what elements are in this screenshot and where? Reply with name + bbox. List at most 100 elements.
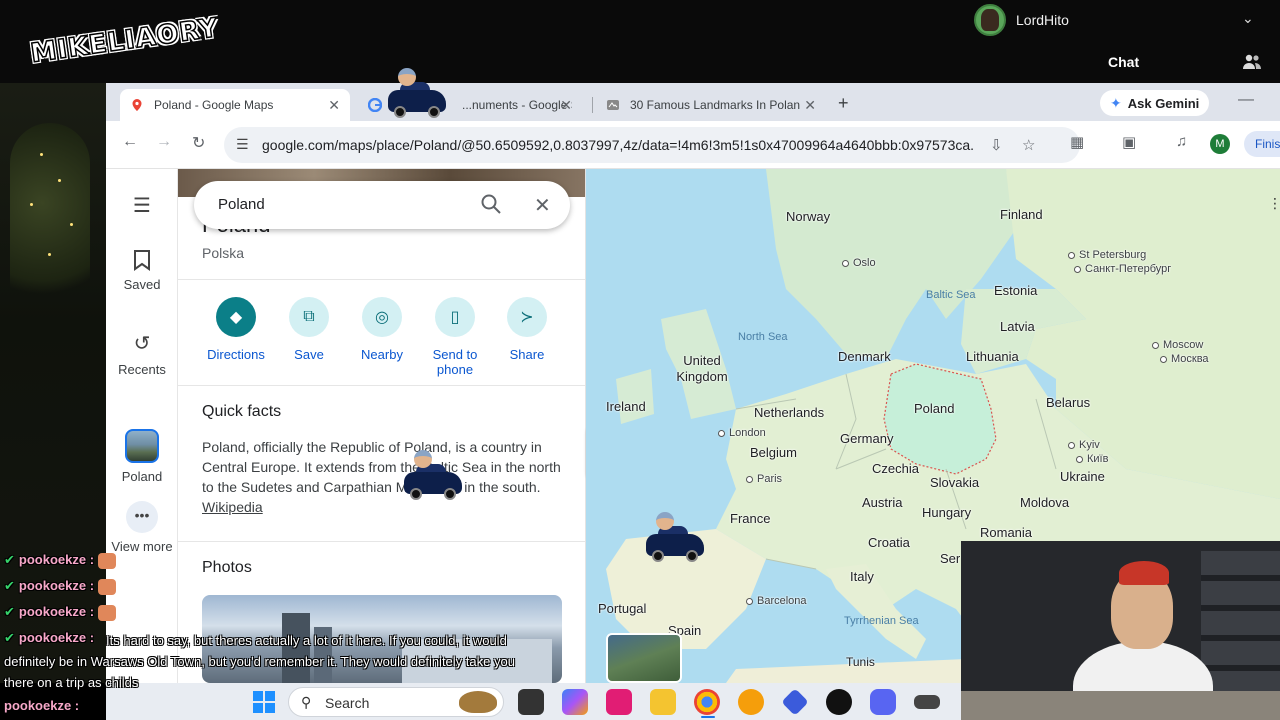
map-label: Moscow bbox=[1152, 339, 1203, 351]
map-label: Tunis bbox=[846, 655, 875, 669]
address-bar[interactable]: ☰ google.com/maps/place/Poland/@50.65095… bbox=[224, 127, 1080, 163]
search-icon[interactable] bbox=[480, 193, 502, 215]
map-label: Romania bbox=[980, 525, 1033, 540]
chat-username: pookoekze : bbox=[18, 552, 95, 567]
map-label: Hungary bbox=[922, 505, 972, 520]
url-text[interactable]: google.com/maps/place/Poland/@50.6509592… bbox=[262, 137, 974, 153]
rail-label: Poland bbox=[121, 469, 163, 484]
close-icon[interactable]: ✕ bbox=[560, 97, 572, 114]
chevron-down-icon[interactable]: ⌄ bbox=[1242, 10, 1254, 27]
map-label: Finland bbox=[1000, 207, 1043, 222]
tab-landmarks[interactable]: 30 Famous Landmarks In Polan ✕ bbox=[596, 89, 826, 121]
menu-button[interactable]: ☰ bbox=[106, 193, 178, 224]
site-settings-icon[interactable]: ☰ bbox=[236, 136, 249, 153]
obs-icon[interactable] bbox=[826, 689, 852, 715]
chat-line: pookoekze : bbox=[4, 698, 79, 713]
action-label: Share bbox=[509, 347, 545, 362]
map-label: Paris bbox=[746, 473, 782, 485]
share-button[interactable]: ≻ Share bbox=[491, 297, 563, 362]
tab-label: Poland - Google Maps bbox=[154, 98, 274, 112]
apps-grid-icon[interactable]: ⋮⋮ bbox=[1268, 195, 1280, 212]
map-label: Ukraine bbox=[1060, 469, 1105, 484]
hamburger-icon: ☰ bbox=[133, 195, 151, 217]
quick-facts-title: Quick facts bbox=[202, 403, 282, 420]
car-sticker bbox=[384, 68, 448, 120]
chat-line: ✔ pookoekze : bbox=[4, 552, 117, 569]
page-icon bbox=[607, 100, 619, 110]
close-icon[interactable]: ✕ bbox=[804, 97, 816, 114]
save-button[interactable]: ⧉ Save bbox=[273, 297, 345, 362]
action-label: Send to phone bbox=[432, 347, 478, 377]
finish-update-button[interactable]: Finis bbox=[1244, 131, 1280, 157]
user-pill[interactable]: LordHito bbox=[974, 4, 1069, 36]
map-label: Estonia bbox=[994, 283, 1038, 298]
tab-google-maps[interactable]: Poland - Google Maps ✕ bbox=[120, 89, 350, 121]
wikipedia-link[interactable]: Wikipedia bbox=[202, 499, 263, 515]
map-label: St Petersburg bbox=[1068, 249, 1146, 261]
map-label: Ser bbox=[940, 551, 961, 566]
windows-start-icon[interactable] bbox=[253, 691, 275, 713]
map-label: Barcelona bbox=[746, 595, 807, 607]
directions-icon: ◆ bbox=[216, 297, 256, 337]
search-input[interactable]: Poland ✕ bbox=[194, 181, 570, 229]
forward-arrow-icon[interactable]: → bbox=[156, 133, 172, 151]
profile-avatar[interactable]: M bbox=[1210, 134, 1230, 154]
discord-icon[interactable] bbox=[870, 689, 896, 715]
cast-icon[interactable]: ▣ bbox=[1122, 133, 1136, 151]
reload-icon[interactable]: ↻ bbox=[192, 133, 205, 153]
nearby-icon: ◎ bbox=[362, 297, 402, 337]
map-label: United Kingdom bbox=[676, 353, 728, 384]
chat-username: pookoekze : bbox=[18, 578, 95, 593]
map-label: Київ bbox=[1076, 453, 1108, 465]
paint-app-icon[interactable] bbox=[606, 689, 632, 715]
map-label: Norway bbox=[786, 209, 831, 224]
history-icon: ↺ bbox=[133, 333, 151, 355]
close-icon[interactable]: ✕ bbox=[328, 97, 340, 114]
send-to-phone-button[interactable]: ▯ Send to phone bbox=[419, 297, 491, 377]
app-icon[interactable] bbox=[914, 695, 940, 709]
minimize-button[interactable]: — bbox=[1238, 91, 1254, 109]
nearby-button[interactable]: ◎ Nearby bbox=[346, 297, 418, 362]
action-label: Save bbox=[294, 347, 324, 362]
phone-icon: ▯ bbox=[435, 297, 475, 337]
close-icon[interactable]: ✕ bbox=[534, 193, 551, 218]
app-diamond-icon[interactable] bbox=[781, 688, 809, 716]
chrome-icon[interactable] bbox=[694, 689, 720, 715]
map-label: Croatia bbox=[868, 535, 910, 550]
car-sticker bbox=[642, 512, 706, 564]
webcam-feed bbox=[961, 541, 1280, 720]
rail-item-recents[interactable]: ↺ Recents bbox=[106, 331, 178, 377]
back-arrow-icon[interactable]: ← bbox=[122, 133, 138, 151]
map-label: Austria bbox=[862, 495, 903, 510]
chat-line: ✔ pookoekze : bbox=[4, 604, 117, 621]
search-query[interactable]: Poland bbox=[218, 196, 265, 213]
avatar bbox=[974, 4, 1006, 36]
ask-gemini-button[interactable]: ✦ Ask Gemini bbox=[1100, 90, 1210, 116]
copilot-icon[interactable] bbox=[562, 689, 588, 715]
rail-item-saved[interactable]: Saved bbox=[106, 249, 178, 292]
media-icon[interactable]: ♫ bbox=[1176, 133, 1187, 150]
new-tab-button[interactable]: + bbox=[838, 93, 849, 114]
quick-facts-text: Poland, officially the Republic of Polan… bbox=[202, 437, 562, 517]
more-icon: ••• bbox=[126, 501, 158, 533]
directions-button[interactable]: ◆ Directions bbox=[200, 297, 272, 362]
map-label: Netherlands bbox=[754, 405, 825, 420]
emote-icon bbox=[98, 578, 117, 595]
people-icon[interactable] bbox=[1242, 54, 1262, 70]
map-label: Belarus bbox=[1046, 395, 1091, 410]
streamer-logo: MIKELIAORY bbox=[28, 12, 221, 84]
file-explorer-icon[interactable] bbox=[650, 689, 676, 715]
bookmark-star-icon[interactable]: ☆ bbox=[1022, 136, 1035, 154]
rail-item-poland[interactable]: Poland bbox=[106, 429, 178, 484]
extensions-icon[interactable]: ▦ bbox=[1070, 133, 1084, 151]
chat-line: ✔ pookoekze : bbox=[4, 578, 117, 595]
map-label: Denmark bbox=[838, 349, 891, 364]
action-label: Directions bbox=[207, 347, 265, 362]
weather-icon[interactable] bbox=[738, 689, 764, 715]
install-app-icon[interactable]: ⇩ bbox=[990, 136, 1003, 154]
map-label: North Sea bbox=[738, 331, 788, 343]
gemini-icon: ✦ bbox=[1110, 94, 1122, 111]
quick-facts-body: Poland, officially the Republic of Polan… bbox=[202, 439, 561, 495]
layers-button[interactable] bbox=[606, 633, 682, 683]
rail-item-view-more[interactable]: ••• View more bbox=[106, 501, 178, 554]
